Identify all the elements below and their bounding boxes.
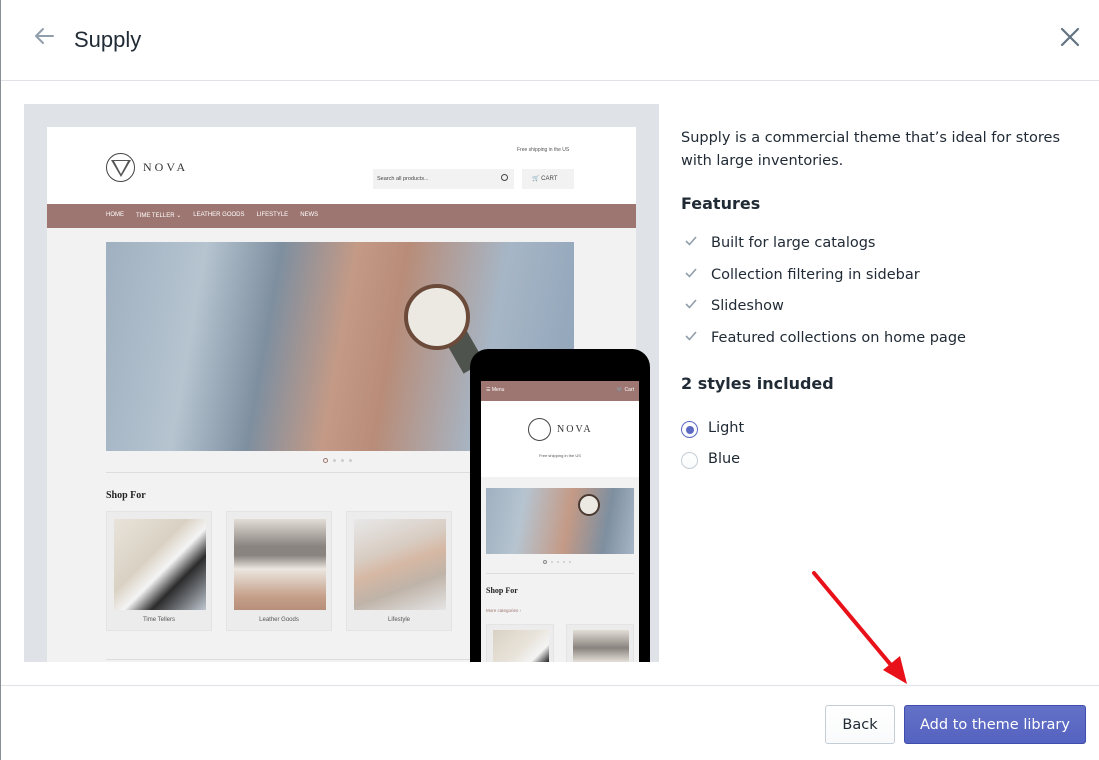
style-option-light[interactable]: Light bbox=[681, 420, 744, 451]
features-heading: Features bbox=[681, 194, 761, 213]
styles-heading: 2 styles included bbox=[681, 374, 834, 393]
theme-description: Supply is a commercial theme that’s idea… bbox=[681, 130, 1061, 169]
shop-for-heading: Shop For bbox=[106, 490, 146, 501]
collection-image bbox=[354, 519, 446, 610]
store-nav-item: NEWS bbox=[300, 212, 319, 218]
mobile-store-brand: NOVA bbox=[557, 424, 593, 435]
checkmark-icon bbox=[685, 236, 697, 246]
mobile-cart-label: Cart bbox=[624, 387, 634, 393]
checkmark-icon bbox=[685, 299, 697, 309]
collection-label: Time Tellers bbox=[142, 617, 175, 623]
store-logo-triangle-inner bbox=[114, 161, 128, 174]
theme-preview-image: NOVA Free shipping in the US Search all … bbox=[24, 104, 659, 662]
cart-icon: 🛒 bbox=[532, 176, 542, 182]
mobile-menu-label: ☰ Menu bbox=[486, 387, 505, 393]
slide-dot bbox=[349, 459, 352, 462]
divider bbox=[486, 573, 634, 574]
store-nav: HOME TIME TELLER ⌄ LEATHER GOODS LIFESTY… bbox=[47, 204, 636, 228]
cart-icon: 🛒 bbox=[616, 387, 625, 393]
mobile-more-categories: More categories › bbox=[486, 608, 522, 613]
feature-item: Collection filtering in sidebar bbox=[681, 267, 966, 299]
store-nav-item: HOME bbox=[106, 212, 124, 218]
mobile-store-header: NOVA Free shipping in the US bbox=[481, 401, 639, 477]
close-icon[interactable] bbox=[1057, 24, 1083, 50]
feature-label: Collection filtering in sidebar bbox=[711, 266, 920, 283]
search-icon bbox=[501, 174, 508, 181]
store-cart-button: 🛒 CART bbox=[522, 169, 574, 189]
mobile-collection-card bbox=[486, 624, 554, 662]
checkmark-icon bbox=[685, 330, 697, 341]
watch-face bbox=[404, 284, 470, 350]
modal-title: Supply bbox=[74, 27, 142, 52]
features-list: Built for large catalogs Collection filt… bbox=[681, 235, 966, 361]
add-to-theme-library-button[interactable]: Add to theme library bbox=[904, 705, 1086, 744]
collection-card: Leather Goods bbox=[226, 511, 332, 631]
slide-dot bbox=[569, 561, 571, 563]
store-cart-label: CART bbox=[541, 176, 558, 182]
store-nav-item: LIFESTYLE bbox=[256, 212, 289, 218]
style-options: Light Blue bbox=[681, 420, 744, 482]
store-header: NOVA Free shipping in the US Search all … bbox=[47, 127, 636, 204]
store-brand: NOVA bbox=[143, 160, 189, 174]
feature-label: Built for large catalogs bbox=[711, 235, 876, 251]
store-logo-icon bbox=[528, 418, 551, 441]
collection-image bbox=[114, 519, 206, 610]
mobile-shipping-note: Free shipping in the US bbox=[539, 453, 581, 458]
slide-dot bbox=[543, 560, 547, 564]
style-option-label: Light bbox=[708, 420, 745, 436]
collection-image bbox=[493, 630, 549, 662]
slide-dot bbox=[323, 458, 328, 463]
slide-dot bbox=[341, 459, 344, 462]
slide-dot bbox=[563, 561, 565, 563]
annotation-arrow-icon bbox=[812, 571, 907, 684]
slide-dot bbox=[333, 459, 336, 462]
theme-preview-modal: Supply NOVA Free shipping in the US Sear… bbox=[0, 0, 1099, 760]
store-nav-item: LEATHER GOODS bbox=[193, 212, 245, 218]
mobile-shop-for-heading: Shop For bbox=[486, 586, 518, 595]
feature-item: Featured collections on home page bbox=[681, 330, 966, 362]
collection-card: Lifestyle bbox=[346, 511, 452, 631]
collection-label: Lifestyle bbox=[387, 617, 410, 623]
slide-dot bbox=[557, 561, 559, 563]
feature-label: Featured collections on home page bbox=[711, 329, 966, 346]
collection-label: Leather Goods bbox=[259, 617, 299, 623]
store-search-input: Search all products... bbox=[373, 169, 514, 189]
feature-item: Slideshow bbox=[681, 298, 966, 330]
modal-footer: Back Add to theme library bbox=[1, 685, 1099, 760]
mobile-store-bar: ☰ Menu 🛒 Cart bbox=[481, 381, 639, 401]
feature-label: Slideshow bbox=[711, 298, 784, 314]
arrow-left-icon[interactable] bbox=[31, 24, 57, 48]
radio-button[interactable] bbox=[681, 452, 698, 469]
style-option-blue[interactable]: Blue bbox=[681, 451, 744, 482]
collection-image bbox=[234, 519, 326, 610]
store-shipping-note: Free shipping in the US bbox=[517, 147, 570, 153]
radio-button-selected[interactable] bbox=[681, 421, 698, 438]
style-option-label: Blue bbox=[708, 451, 741, 467]
back-button[interactable]: Back bbox=[825, 705, 895, 744]
collection-card: Time Tellers bbox=[106, 511, 212, 631]
theme-info-panel: Supply is a commercial theme that’s idea… bbox=[681, 127, 1061, 469]
mobile-hero-image bbox=[486, 488, 634, 554]
mobile-cart: 🛒 Cart bbox=[617, 387, 634, 393]
slideshow-dots bbox=[323, 458, 352, 463]
collection-image bbox=[573, 630, 629, 662]
mobile-slideshow-dots bbox=[543, 560, 571, 564]
feature-item: Built for large catalogs bbox=[681, 235, 966, 267]
modal-header: Supply bbox=[1, 0, 1099, 81]
mobile-screen: ☰ Menu 🛒 Cart NOVA Free shipping in the … bbox=[481, 381, 639, 662]
store-nav-item: TIME TELLER ⌄ bbox=[136, 213, 182, 219]
slide-dot bbox=[551, 561, 553, 563]
checkmark-icon bbox=[685, 267, 697, 278]
mobile-preview: ☰ Menu 🛒 Cart NOVA Free shipping in the … bbox=[470, 349, 650, 662]
mobile-collection-card bbox=[566, 624, 634, 662]
watch-face bbox=[578, 494, 600, 516]
store-search-placeholder: Search all products... bbox=[377, 176, 429, 182]
